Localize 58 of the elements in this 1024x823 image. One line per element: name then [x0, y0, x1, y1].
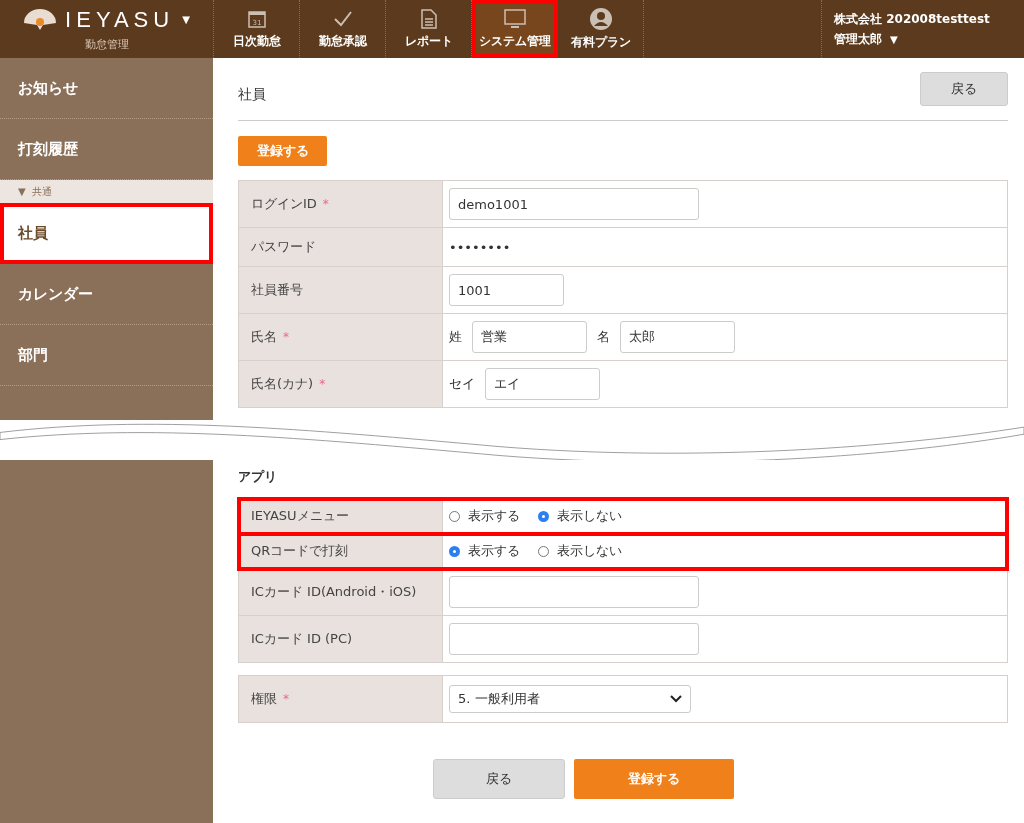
chevron-down-icon	[670, 695, 682, 703]
text-field[interactable]: 1001	[449, 274, 564, 306]
section-title: アプリ	[238, 468, 278, 486]
required-mark: *	[283, 330, 289, 344]
folding-fan-icon	[23, 8, 58, 31]
text-field[interactable]: 営業	[472, 321, 587, 353]
back-button[interactable]: 戻る	[432, 759, 565, 799]
caret-icon[interactable]: ▼	[890, 33, 898, 45]
label-text: 権限	[251, 690, 277, 708]
group-label: 共通	[31, 184, 52, 199]
radio-option[interactable]: 表示する	[449, 507, 520, 525]
label-text: 氏名(カナ)	[251, 375, 314, 393]
radio-option[interactable]: 表示する	[449, 542, 520, 560]
label-text: パスワード	[251, 238, 316, 256]
caret-icon: ▼	[18, 186, 26, 197]
radio-icon[interactable]	[449, 510, 460, 522]
sidebar-item[interactable]: お知らせ	[0, 58, 213, 119]
caret-icon[interactable]: ▼	[182, 14, 190, 25]
label-text: ICカード ID (PC)	[251, 630, 353, 648]
name-part-label: セイ	[449, 375, 475, 393]
text-field[interactable]: エイ	[485, 368, 600, 400]
role-select[interactable]: 5. 一般利用者	[449, 685, 691, 713]
required-mark: *	[283, 692, 289, 706]
radio-icon[interactable]	[538, 510, 549, 522]
nav-tab[interactable]: システム管理	[472, 0, 558, 58]
password-value: ••••••••	[449, 239, 511, 255]
name-part-label: 名	[597, 328, 610, 346]
required-mark: *	[322, 197, 329, 211]
sidebar-item[interactable]: カレンダー	[0, 264, 213, 325]
label-text: ログインID	[251, 195, 317, 213]
radio-option[interactable]: 表示しない	[538, 507, 622, 525]
text-field[interactable]	[449, 623, 699, 655]
required-mark: *	[319, 377, 326, 391]
company-name: 株式会社 202008testtest	[834, 10, 991, 28]
text-field[interactable]	[449, 576, 699, 608]
nav-tab[interactable]: 有料プラン	[558, 0, 644, 58]
label-text: 氏名	[251, 328, 277, 346]
logo-text: IEYASU	[65, 6, 175, 33]
user-name[interactable]: 管理太郎	[834, 30, 882, 48]
label-text: 社員番号	[251, 281, 303, 299]
label-text: IEYASUメニュー	[251, 507, 349, 525]
nav-tab[interactable]: 勤怠承認	[300, 0, 386, 58]
radio-icon[interactable]	[538, 545, 549, 557]
radio-option[interactable]: 表示しない	[538, 542, 622, 560]
monitor-icon	[503, 8, 526, 29]
sidebar-item[interactable]: 部門	[0, 325, 213, 386]
app-subtitle: 勤怠管理	[84, 36, 129, 52]
user-avatar-icon	[589, 7, 612, 30]
back-button[interactable]: 戻る	[920, 72, 1008, 106]
page-title: 社員	[238, 86, 266, 104]
sidebar-item[interactable]: 社員	[0, 203, 213, 264]
label-text: ICカード ID(Android・iOS)	[251, 583, 417, 601]
text-field[interactable]: demo1001	[449, 188, 699, 220]
name-part-label: 姓	[449, 328, 462, 346]
text-field[interactable]: 太郎	[620, 321, 735, 353]
label-text: QRコードで打刻	[251, 542, 349, 560]
radio-icon[interactable]	[449, 545, 460, 557]
document-icon	[420, 8, 437, 29]
